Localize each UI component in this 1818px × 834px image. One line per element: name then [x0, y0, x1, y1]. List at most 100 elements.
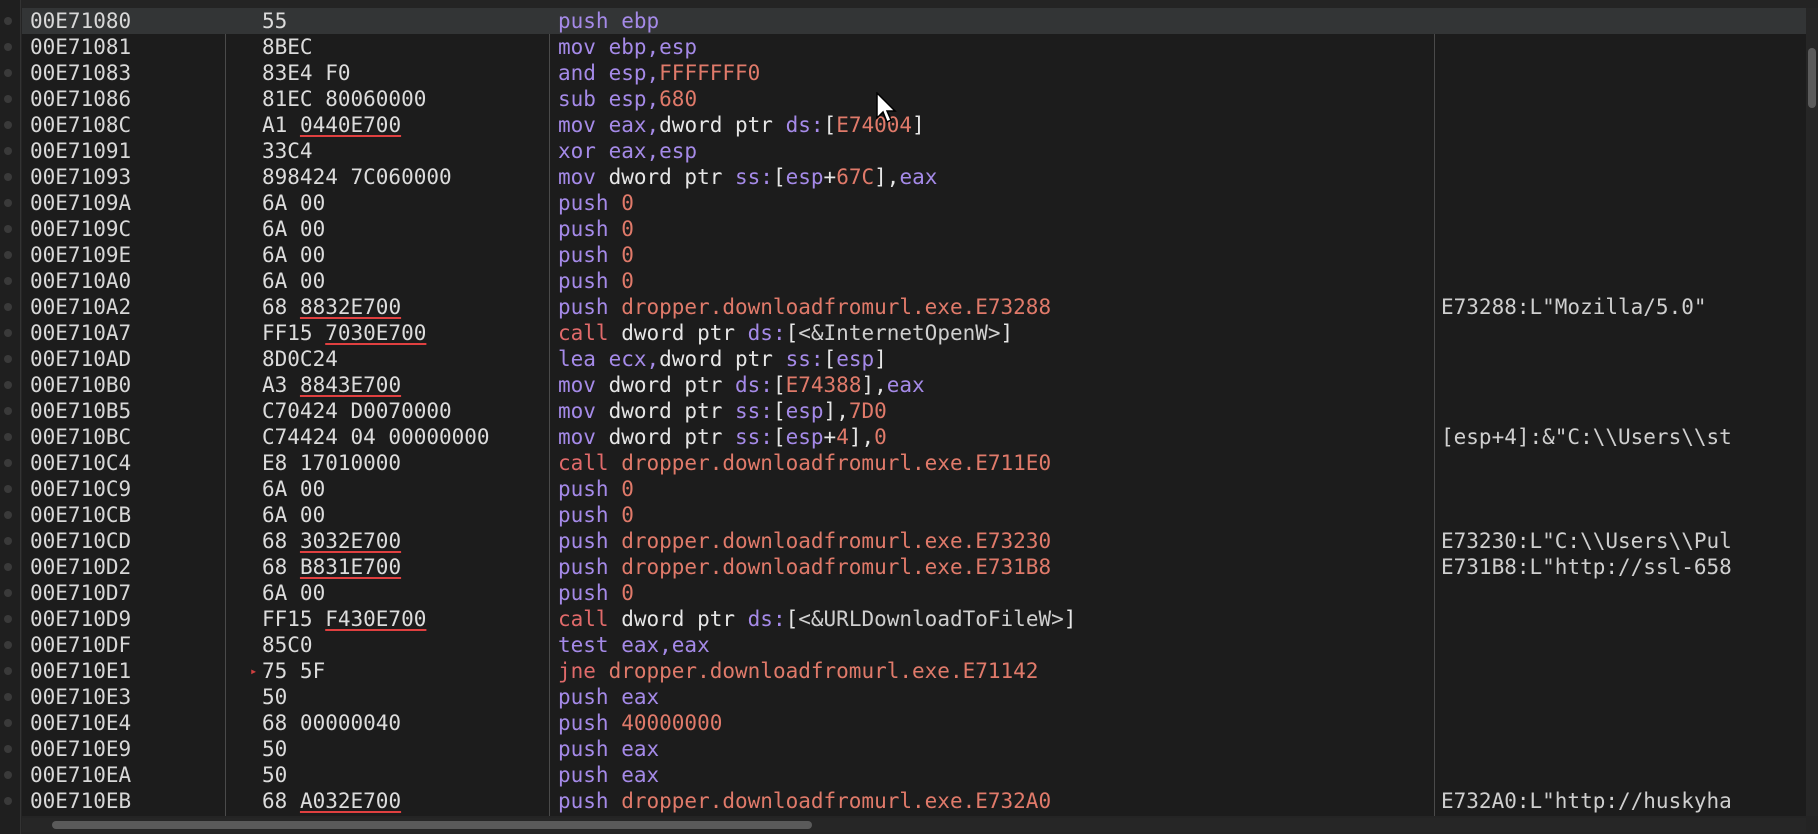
breakpoint-dot-icon[interactable] — [4, 745, 12, 753]
horizontal-scrollbar[interactable] — [22, 818, 1806, 832]
instruction-token: dword ptr — [608, 399, 736, 423]
disasm-row[interactable]: 00E710E3 50 push eax — [22, 684, 1806, 710]
byte-token: 6A 00 — [262, 217, 326, 241]
breakpoint-dot-icon[interactable] — [4, 797, 12, 805]
breakpoint-dot-icon[interactable] — [4, 771, 12, 779]
bytes-cell: 6A 00 — [262, 190, 572, 216]
byte-token: 83E4 F0 — [262, 61, 351, 85]
disasm-row[interactable]: 00E710D7 6A 00 push 0 — [22, 580, 1806, 606]
instruction-token: call — [558, 321, 622, 345]
breakpoint-dot-icon[interactable] — [4, 667, 12, 675]
disasm-row[interactable]: 00E710E9 50 push eax — [22, 736, 1806, 762]
byte-token: 7030E700 — [325, 321, 427, 345]
instruction-cell: push 0 — [558, 216, 1438, 242]
instruction-token: 0 — [621, 217, 634, 241]
disasm-row[interactable]: 00E71086 81EC 80060000 sub esp,680 — [22, 86, 1806, 112]
disasm-row[interactable]: 00E7109C 6A 00 push 0 — [22, 216, 1806, 242]
byte-token: 8832E700 — [299, 295, 402, 319]
disasm-row[interactable]: 00E71081 8BEC mov ebp,esp — [22, 34, 1806, 60]
breakpoint-dot-icon[interactable] — [4, 329, 12, 337]
breakpoint-dot-icon[interactable] — [4, 147, 12, 155]
disasm-row[interactable]: 00E710B5 C70424 D0070000 mov dword ptr ss:… — [22, 398, 1806, 424]
disasm-row[interactable]: 00E710BC C74424 04 00000000 mov dword ptr … — [22, 424, 1806, 450]
disassembly-view[interactable]: 00E71080 55 push ebp 00E71081 8BEC mov ebp,es… — [22, 8, 1806, 816]
bytes-cell: 68 3032E700 — [262, 528, 572, 554]
breakpoint-dot-icon[interactable] — [4, 199, 12, 207]
byte-token: 81EC 80060000 — [262, 87, 427, 111]
disasm-row[interactable]: 00E710CB 6A 00 push 0 — [22, 502, 1806, 528]
disasm-row[interactable]: 00E710B0 A3 8843E700 mov dword ptr ds:[E74… — [22, 372, 1806, 398]
disasm-row[interactable]: 00E71083 83E4 F0 and esp,FFFFFFF0 — [22, 60, 1806, 86]
disasm-row[interactable]: 00E710A7 FF15 7030E700 call dword ptr ds:[… — [22, 320, 1806, 346]
disasm-row[interactable]: 00E710A0 6A 00 push 0 — [22, 268, 1806, 294]
disasm-row[interactable]: 00E710C9 6A 00 push 0 — [22, 476, 1806, 502]
disasm-row[interactable]: 00E7108C A1 0440E700 mov eax,dword ptr ds:… — [22, 112, 1806, 138]
vertical-scrollbar-thumb[interactable] — [1808, 48, 1816, 108]
disasm-row[interactable]: 00E710C4 E8 17010000 call dropper.download… — [22, 450, 1806, 476]
comment-cell — [1441, 216, 1806, 242]
byte-token: 0440E700 — [299, 113, 402, 137]
breakpoint-dot-icon[interactable] — [4, 719, 12, 727]
breakpoint-dot-icon[interactable] — [4, 121, 12, 129]
bytes-cell: A3 8843E700 — [262, 372, 572, 398]
disasm-row[interactable]: 00E71080 55 push ebp — [22, 8, 1806, 34]
instruction-token: push — [558, 295, 622, 319]
breakpoint-dot-icon[interactable] — [4, 303, 12, 311]
disasm-row[interactable]: 00E710EA 50 push eax — [22, 762, 1806, 788]
instruction-token: push — [558, 9, 622, 33]
disasm-row[interactable]: 00E7109A 6A 00 push 0 — [22, 190, 1806, 216]
disasm-row[interactable]: 00E710EB 68 A032E700 push dropper.download… — [22, 788, 1806, 814]
breakpoint-dot-icon[interactable] — [4, 537, 12, 545]
horizontal-scrollbar-thumb[interactable] — [52, 821, 812, 829]
breakpoint-dot-icon[interactable] — [4, 251, 12, 259]
comment-cell — [1441, 606, 1806, 632]
breakpoint-dot-icon[interactable] — [4, 17, 12, 25]
byte-token: F430E700 — [325, 607, 427, 631]
breakpoint-dot-icon[interactable] — [4, 95, 12, 103]
instruction-token: mov — [558, 35, 609, 59]
instruction-token: 0 — [621, 581, 634, 605]
instruction-token: 0 — [621, 503, 634, 527]
disasm-row[interactable]: 00E710E4 68 00000040 push 40000000 — [22, 710, 1806, 736]
disasm-row[interactable]: 00E710D2 68 B831E700 push dropper.download… — [22, 554, 1806, 580]
instruction-token: jne — [558, 659, 609, 683]
disasm-row[interactable]: 00E710E1 ▸ 75 5F jne dropper.downloadfromur… — [22, 658, 1806, 684]
breakpoint-dot-icon[interactable] — [4, 589, 12, 597]
address-cell: 00E710C4 — [30, 451, 132, 475]
breakpoint-dot-icon[interactable] — [4, 485, 12, 493]
breakpoint-gutter[interactable] — [0, 0, 21, 834]
bytes-cell: C70424 D0070000 — [262, 398, 572, 424]
disasm-row[interactable]: 00E71091 33C4 xor eax,esp — [22, 138, 1806, 164]
instruction-token: call — [558, 451, 622, 475]
breakpoint-dot-icon[interactable] — [4, 433, 12, 441]
disasm-row[interactable]: 00E710AD 8D0C24 lea ecx,dword ptr ss:[esp] — [22, 346, 1806, 372]
disasm-row[interactable]: 00E71093 898424 7C060000 mov dword ptr ss:… — [22, 164, 1806, 190]
breakpoint-dot-icon[interactable] — [4, 693, 12, 701]
breakpoint-dot-icon[interactable] — [4, 69, 12, 77]
breakpoint-dot-icon[interactable] — [4, 381, 12, 389]
breakpoint-dot-icon[interactable] — [4, 459, 12, 467]
instruction-cell: sub esp,680 — [558, 86, 1438, 112]
breakpoint-dot-icon[interactable] — [4, 355, 12, 363]
disasm-row[interactable]: 00E710CD 68 3032E700 push dropper.download… — [22, 528, 1806, 554]
breakpoint-dot-icon[interactable] — [4, 641, 12, 649]
vertical-scrollbar[interactable] — [1806, 8, 1818, 816]
breakpoint-dot-icon[interactable] — [4, 225, 12, 233]
disasm-row[interactable]: 00E710A2 68 8832E700 push dropper.download… — [22, 294, 1806, 320]
breakpoint-dot-icon[interactable] — [4, 615, 12, 623]
breakpoint-dot-icon[interactable] — [4, 407, 12, 415]
breakpoint-dot-icon[interactable] — [4, 173, 12, 181]
disasm-row[interactable]: 00E710DF 85C0 test eax,eax — [22, 632, 1806, 658]
breakpoint-dot-icon[interactable] — [4, 43, 12, 51]
instruction-token: ss: — [735, 399, 773, 423]
disasm-row[interactable]: 00E7109E 6A 00 push 0 — [22, 242, 1806, 268]
breakpoint-dot-icon[interactable] — [4, 277, 12, 285]
disasm-row[interactable]: 00E710D9 FF15 F430E700 call dword ptr ds:[… — [22, 606, 1806, 632]
breakpoint-dot-icon[interactable] — [4, 511, 12, 519]
instruction-token: E74388 — [785, 373, 862, 397]
breakpoint-dot-icon[interactable] — [4, 563, 12, 571]
instruction-token: 40000000 — [621, 711, 723, 735]
bytes-cell: 6A 00 — [262, 242, 572, 268]
address-cell: 00E710CD — [30, 529, 132, 553]
instruction-token: push — [558, 737, 622, 761]
